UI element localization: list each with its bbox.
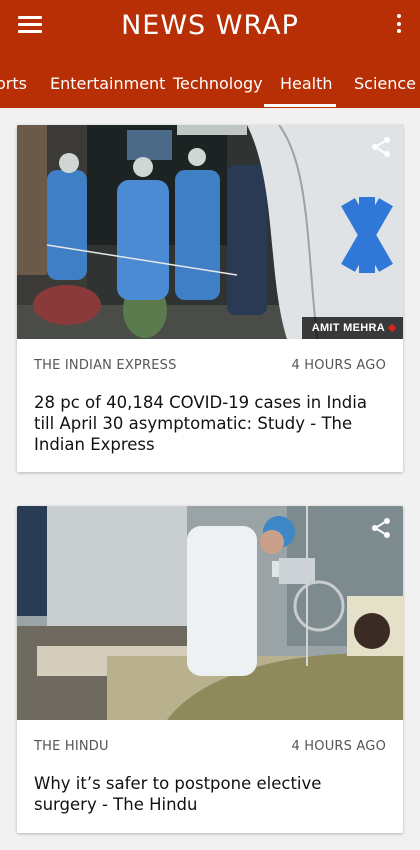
tab-science[interactable]: Science xyxy=(354,74,416,93)
hospital-scene-image xyxy=(17,125,403,339)
article-photo[interactable] xyxy=(17,506,403,720)
share-icon[interactable] xyxy=(369,135,393,159)
more-options-icon[interactable] xyxy=(394,14,404,38)
article-headline[interactable]: Why it’s safer to postpone elective surg… xyxy=(34,773,385,815)
article-meta: THE INDIAN EXPRESS 4 HOURS AGO xyxy=(34,358,386,376)
photo-credit: AMIT MEHRA xyxy=(301,317,403,339)
hospital-ward-image xyxy=(17,506,403,720)
tab-technology[interactable]: Technology xyxy=(173,74,263,93)
app-title: NEWS WRAP xyxy=(121,10,299,41)
article-time: 4 HOURS AGO xyxy=(291,358,386,373)
share-icon[interactable] xyxy=(369,516,393,540)
article-photo[interactable]: AMIT MEHRA xyxy=(17,125,403,339)
app-bar: NEWS WRAP orts Entertainment Technology … xyxy=(0,0,420,108)
article-meta: THE HINDU 4 HOURS AGO xyxy=(34,739,386,757)
news-card[interactable]: AMIT MEHRA THE INDIAN EXPRESS 4 HOURS AG… xyxy=(17,125,403,472)
tab-health[interactable]: Health xyxy=(280,74,333,93)
photo-credit-text: AMIT MEHRA xyxy=(311,322,385,334)
article-source: THE HINDU xyxy=(34,739,109,754)
category-tabs: orts Entertainment Technology Health Sci… xyxy=(0,58,420,108)
credit-mark-icon xyxy=(387,323,397,333)
article-source: THE INDIAN EXPRESS xyxy=(34,358,177,373)
article-time: 4 HOURS AGO xyxy=(291,739,386,754)
top-bar: NEWS WRAP xyxy=(0,0,420,56)
article-headline[interactable]: 28 pc of 40,184 COVID-19 cases in India … xyxy=(34,392,385,455)
selected-tab-indicator xyxy=(264,104,336,107)
tab-entertainment[interactable]: Entertainment xyxy=(50,74,165,93)
news-card[interactable]: THE HINDU 4 HOURS AGO Why it’s safer to … xyxy=(17,506,403,833)
tab-sports[interactable]: orts xyxy=(0,74,27,93)
